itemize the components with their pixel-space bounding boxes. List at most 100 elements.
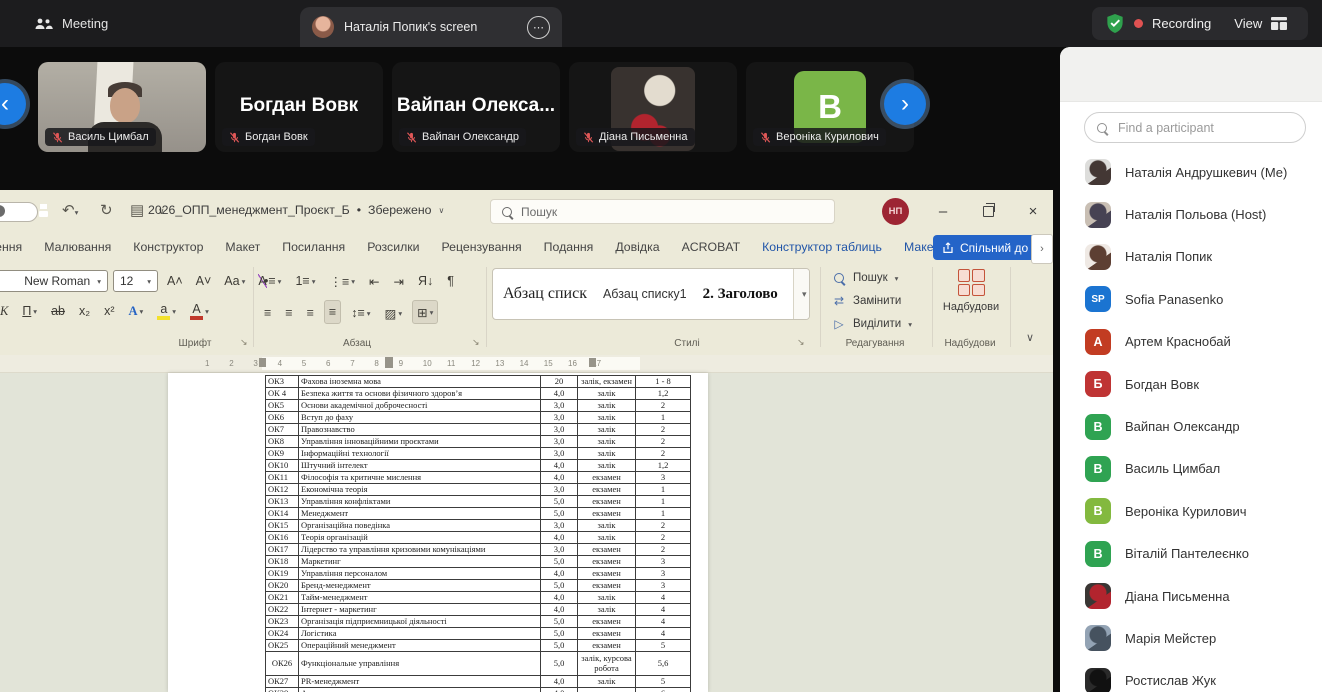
ribbon-tab-Малювання[interactable]: Малювання <box>33 240 122 254</box>
ribbon-tab-Рецензування[interactable]: Рецензування <box>431 240 533 254</box>
italic-button[interactable]: К <box>0 300 12 322</box>
font-size-select[interactable]: 12▾ <box>113 270 158 292</box>
table-row[interactable]: ОК18Маркетинг5,0екзамен3 <box>266 556 691 568</box>
undo-button[interactable]: ↶▾ <box>62 201 78 223</box>
participant-list-item[interactable]: SPSofia Panasenko <box>1060 278 1322 320</box>
video-tile[interactable]: Вайпан Олекса...Вайпан Олександр <box>392 62 560 152</box>
numbered-list-button[interactable]: 1≡▾ <box>291 270 319 292</box>
table-row[interactable]: ОК5Основи академічної доброчесності3,0за… <box>266 400 691 412</box>
ribbon-tab-Довідка[interactable]: Довідка <box>604 240 670 254</box>
video-tile[interactable]: Діана Письменна <box>569 62 737 152</box>
table-row[interactable]: ОК9Інформаційні технології3,0залік2 <box>266 448 691 460</box>
table-row[interactable]: ОК3Фахова іноземна мова20залік, екзамен1… <box>266 376 691 388</box>
table-row[interactable]: ОК23Організація підприємницької діяльнос… <box>266 616 691 628</box>
view-grid-icon[interactable] <box>1271 17 1287 30</box>
curriculum-table[interactable]: ОК3Фахова іноземна мова20залік, екзамен1… <box>265 375 691 692</box>
participant-list-item[interactable]: ВВасиль Цимбал <box>1060 448 1322 490</box>
superscript-button[interactable]: x² <box>100 300 118 322</box>
tab-shared-screen[interactable]: Наталія Попик's screen ⋯ <box>300 7 562 47</box>
view-menu[interactable]: View <box>1234 16 1262 31</box>
table-row[interactable]: ОК13Управління конфліктами5,0екзамен1 <box>266 496 691 508</box>
filmstrip-next-button[interactable]: › <box>884 83 926 125</box>
ribbon-tab-Посилання[interactable]: Посилання <box>271 240 356 254</box>
participant-list-item[interactable]: Марія Мейстер <box>1060 617 1322 659</box>
highlight-button[interactable]: а▾ <box>153 300 180 322</box>
shading-button[interactable]: ▨▾ <box>381 302 407 324</box>
autosave-toggle[interactable] <box>0 202 38 222</box>
indent-marker-icon[interactable] <box>259 358 266 367</box>
more-options-icon[interactable]: ⋯ <box>527 16 550 39</box>
horizontal-ruler[interactable]: 1234567891011121314151617 <box>0 355 1053 373</box>
decrease-indent-button[interactable]: ⇤ <box>365 270 383 292</box>
video-tile[interactable]: Богдан ВовкБогдан Вовк <box>215 62 383 152</box>
table-row[interactable]: ОК22Інтернет - маркетинг4,0залік4 <box>266 604 691 616</box>
table-row[interactable]: ОК8Управління інноваційними проєктами3,0… <box>266 436 691 448</box>
table-row[interactable]: ОК15Організаційна поведінка3,0залік2 <box>266 520 691 532</box>
change-case-button[interactable]: Aa▾ <box>220 270 249 292</box>
minimize-button[interactable]: – <box>928 198 958 224</box>
ribbon-tab-Конструктор таблиць[interactable]: Конструктор таблиць <box>751 240 893 254</box>
sort-button[interactable]: Я↓ <box>414 270 437 292</box>
ribbon-tab-Вставлення[interactable]: Вставлення <box>0 240 33 254</box>
table-row[interactable]: ОК17Лідерство та управління кризовими ко… <box>266 544 691 556</box>
style-chip[interactable]: Абзац списку1 <box>603 287 687 301</box>
style-chip[interactable]: Абзац списк <box>503 285 587 303</box>
style-chip[interactable]: 2. Заголово <box>703 286 778 303</box>
style-gallery-more-button[interactable]: ▾ <box>793 269 810 319</box>
table-row[interactable]: ОК 4Безпека життя та основи фізичного зд… <box>266 388 691 400</box>
table-row[interactable]: ОК28А4,06 <box>266 688 691 692</box>
ribbon-tab-Розсилки[interactable]: Розсилки <box>356 240 430 254</box>
pilcrow-button[interactable]: ¶ <box>443 270 458 292</box>
participant-list-item[interactable]: Наталія Попик <box>1060 236 1322 278</box>
font-color-button[interactable]: А▾ <box>186 300 213 322</box>
tab-overflow-button[interactable]: › <box>1031 234 1053 264</box>
subscript-button[interactable]: x₂ <box>75 300 94 322</box>
participant-list-item[interactable]: ВВіталій Пантелеєнко <box>1060 533 1322 575</box>
replace-button[interactable]: ⇄Замінити <box>832 292 912 310</box>
table-row[interactable]: ОК26Функціональне управління5,0залік, ку… <box>266 652 691 676</box>
grow-font-button[interactable]: A˄ <box>163 270 187 292</box>
ribbon-tab-Макет[interactable]: Макет <box>214 240 271 254</box>
addins-button[interactable]: Надбудови <box>938 269 1004 313</box>
participant-list-item[interactable]: ВВайпан Олександр <box>1060 405 1322 447</box>
participant-list-item[interactable]: ББогдан Вовк <box>1060 363 1322 405</box>
table-row[interactable]: ОК7Правознавство3,0залік2 <box>266 424 691 436</box>
table-row[interactable]: ОК14Менеджмент5,0екзамен1 <box>266 508 691 520</box>
table-row[interactable]: ОК21Тайм-менеджмент4,0залік4 <box>266 592 691 604</box>
participant-list-item[interactable]: ВВероніка Курилович <box>1060 490 1322 532</box>
table-row[interactable]: ОК19Управління персоналом4,0екзамен3 <box>266 568 691 580</box>
table-row[interactable]: ОК11Філософія та критичне мислення4,0екз… <box>266 472 691 484</box>
participant-list-item[interactable]: Наталія Польова (Host) <box>1060 193 1322 235</box>
table-row[interactable]: ОК12Економічна теорія3,0екзамен1 <box>266 484 691 496</box>
align-center-button[interactable]: ≡ <box>281 302 296 324</box>
increase-indent-button[interactable]: ⇥ <box>390 270 408 292</box>
table-row[interactable]: ОК24Логістика5,0екзамен4 <box>266 628 691 640</box>
participant-search-input[interactable] <box>1116 120 1293 136</box>
find-button[interactable]: Пошук▾ <box>832 269 912 287</box>
dialog-launcher-icon[interactable]: ↘ <box>472 337 480 348</box>
participant-list-item[interactable]: ААртем Краснобай <box>1060 321 1322 363</box>
participant-list-item[interactable]: Ростислав Жук <box>1060 660 1322 692</box>
participant-list-item[interactable]: Наталія Андрушкевич (Me) <box>1060 151 1322 193</box>
multilevel-list-button[interactable]: ⋮≡▾ <box>325 270 359 292</box>
close-button[interactable]: × <box>1018 198 1048 224</box>
word-search-box[interactable]: Пошук <box>490 199 835 224</box>
text-effects-button[interactable]: А▾ <box>125 300 148 322</box>
dialog-launcher-icon[interactable]: ↘ <box>240 337 248 348</box>
tab-meeting[interactable]: Meeting <box>34 0 108 47</box>
underline-button[interactable]: П▾ <box>18 300 41 322</box>
print-preview-button[interactable]: ▤ <box>130 201 144 221</box>
ribbon-tab-Конструктор[interactable]: Конструктор <box>122 240 214 254</box>
restore-button[interactable] <box>973 198 1003 224</box>
video-tile[interactable]: Василь Цимбал <box>38 62 206 152</box>
participant-search-box[interactable] <box>1084 112 1306 143</box>
table-row[interactable]: ОК10Штучний інтелект4,0залік1,2 <box>266 460 691 472</box>
filmstrip-prev-button[interactable]: ‹ <box>0 83 26 125</box>
bullet-list-button[interactable]: •≡▾ <box>260 270 285 292</box>
shrink-font-button[interactable]: A˅ <box>192 270 216 292</box>
document-title[interactable]: 2026_ОПП_менеджмент_Проєкт_Б • Збережено… <box>148 203 444 217</box>
table-row[interactable]: ОК25Операційний менеджмент5,0екзамен5 <box>266 640 691 652</box>
line-spacing-button[interactable]: ↕≡▾ <box>347 302 374 324</box>
table-row[interactable]: ОК27PR-менеджмент4,0залік5 <box>266 676 691 688</box>
participant-list-item[interactable]: Діана Письменна <box>1060 575 1322 617</box>
